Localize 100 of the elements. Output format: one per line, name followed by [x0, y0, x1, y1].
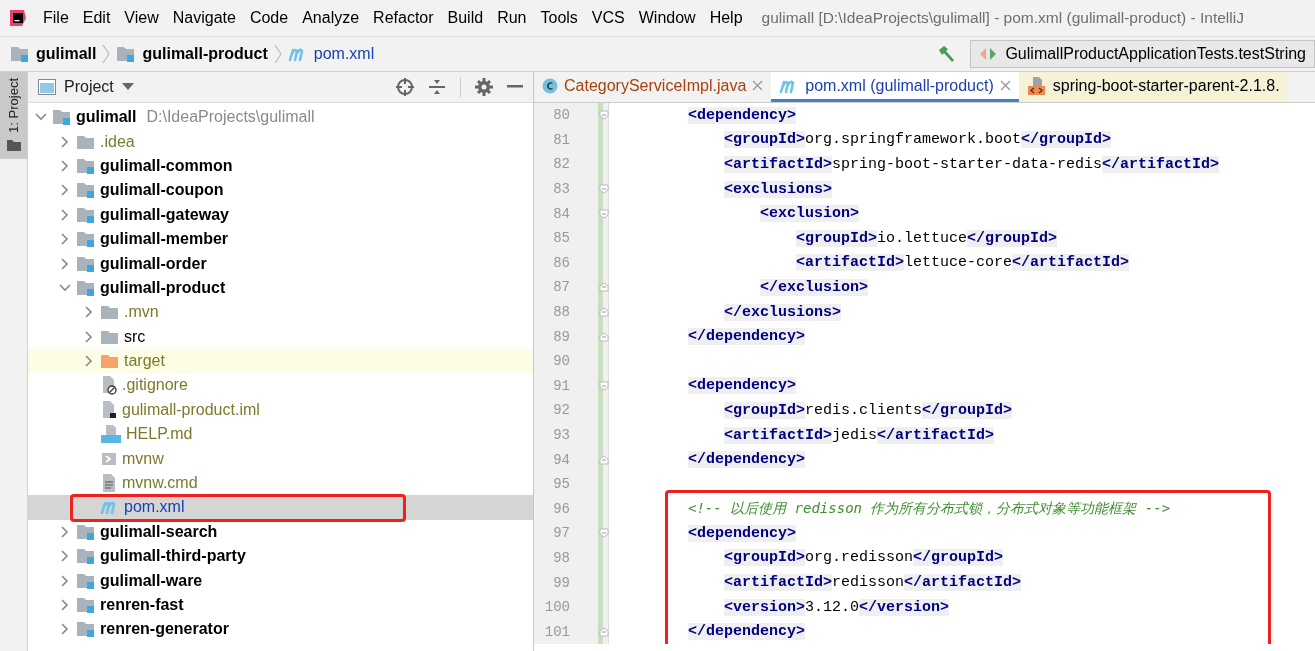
module-folder-icon [76, 205, 96, 224]
tree-item[interactable]: .mvn [28, 300, 533, 325]
tree-item[interactable]: gulimall D:\IdeaProjects\gulimall [28, 105, 533, 130]
tree-item[interactable]: HELP.md [28, 422, 533, 447]
panel-title[interactable]: Project [64, 78, 114, 96]
collapse-all-icon[interactable] [428, 78, 446, 96]
app-logo-icon [8, 8, 28, 28]
menu-item[interactable]: Help [702, 9, 750, 27]
tree-item-label: gulimall-product.iml [122, 400, 260, 419]
module-folder-icon [52, 108, 72, 127]
breadcrumb[interactable]: pom.xml [313, 45, 375, 63]
tree-item-label: gulimall-common [100, 156, 233, 175]
close-icon[interactable] [752, 80, 764, 91]
tree-item[interactable]: target [28, 348, 533, 374]
hammer-icon[interactable] [936, 45, 957, 63]
xml-comment: <!-- 以后使用 redisson 作为所有分布式锁，分布式对象等功能框架 --> [688, 499, 1171, 518]
tree-item[interactable]: gulimall-product.iml [28, 397, 533, 423]
tree-item-label: gulimall-ware [100, 571, 203, 590]
tree-item[interactable]: gulimall-order [28, 251, 533, 276]
menu-item[interactable]: View [117, 9, 166, 27]
line-number: 85 [552, 230, 570, 247]
xml-value: 3.12.0 [805, 598, 860, 616]
breadcrumb[interactable]: gulimall-product [142, 45, 268, 63]
line-number: 89 [552, 328, 570, 345]
editor-tab[interactable]: pom.xml (gulimall-product) [771, 72, 1019, 102]
fold-marker-icon[interactable] [599, 208, 609, 219]
window-title: gulimall [D:\IdeaProjects\gulimall] - pom.xml (gulimall-product) - IntelliJ [761, 9, 1244, 27]
line-number: 98 [552, 550, 570, 566]
tree-item[interactable]: src [28, 324, 533, 349]
fold-marker-icon[interactable] [599, 626, 609, 637]
minimize-icon[interactable] [507, 85, 523, 89]
module-folder-icon [76, 230, 96, 249]
menu-item[interactable]: Edit [75, 9, 118, 27]
line-number: 87 [552, 279, 570, 296]
module-folder-icon [116, 45, 137, 63]
tree-item[interactable]: gulimall-ware [28, 568, 533, 593]
xml-value: jedis [832, 426, 878, 444]
tree-item[interactable]: .gitignore [28, 373, 533, 398]
line-number: 90 [552, 353, 570, 370]
tree-item[interactable]: gulimall-member [28, 226, 533, 252]
settings-icon[interactable] [475, 78, 493, 96]
breadcrumb[interactable]: gulimall [36, 45, 97, 63]
fold-marker-icon[interactable] [599, 454, 609, 465]
module-folder-icon [10, 45, 30, 63]
tree-item-label: gulimall-gateway [100, 205, 229, 224]
tree-item-label: gulimall-order [100, 254, 207, 273]
menu-item[interactable]: Navigate [165, 9, 243, 27]
xml-tag: <groupId> [724, 131, 805, 149]
xml-value: org.springframework.boot [805, 131, 1022, 149]
folder-icon [6, 138, 21, 151]
tree-item[interactable]: gulimall-product [28, 275, 533, 301]
target-icon[interactable] [396, 78, 414, 96]
tree-item-label: .idea [100, 132, 135, 151]
tree-item[interactable]: mvnw [28, 446, 533, 471]
tree-item[interactable]: gulimall-third-party [28, 544, 533, 569]
close-icon[interactable] [999, 80, 1011, 91]
editor-tab[interactable]: CategoryServiceImpl.java [534, 72, 772, 102]
menu-item[interactable]: Code [242, 9, 296, 27]
menu-item[interactable]: Window [631, 9, 703, 27]
project-tool-tab[interactable]: 1: Project [0, 72, 27, 159]
xml-tag: </artifactId> [1102, 156, 1220, 173]
line-number: 92 [552, 402, 570, 419]
menu-item[interactable]: File [36, 9, 76, 27]
tree-item[interactable]: .idea [28, 129, 533, 154]
tree-item-label: gulimall-product [100, 278, 226, 297]
fold-marker-icon[interactable] [599, 110, 609, 121]
menu-item[interactable]: Run [490, 9, 534, 27]
dropdown-caret-icon[interactable] [121, 83, 134, 91]
tree-item[interactable]: renren-fast [28, 592, 533, 618]
fold-marker-icon[interactable] [599, 528, 609, 539]
menu-item[interactable]: Tools [533, 9, 585, 27]
run-configuration-selector[interactable]: GulimallProductApplicationTests.testString [970, 40, 1315, 68]
module-folder-icon [76, 571, 96, 590]
menu-item[interactable]: Build [440, 9, 491, 27]
fold-marker-icon[interactable] [599, 380, 609, 391]
tree-item[interactable]: gulimall-common [28, 153, 533, 179]
xml-tag: <artifactId> [796, 254, 905, 272]
xml-file-icon [1026, 75, 1047, 96]
fold-marker-icon[interactable] [599, 282, 609, 293]
module-folder-icon [76, 254, 96, 273]
menu-item[interactable]: Refactor [366, 9, 441, 27]
xml-tag: <dependency> [688, 106, 797, 124]
menu-item[interactable]: Analyze [295, 9, 367, 27]
tree-item[interactable]: gulimall-coupon [28, 178, 533, 203]
ignored-file-icon [100, 375, 118, 396]
tree-item[interactable]: gulimall-search [28, 519, 533, 545]
menu-item[interactable]: VCS [584, 9, 632, 27]
fold-marker-icon[interactable] [599, 307, 609, 318]
module-folder-icon [76, 181, 96, 200]
xml-tag: <exclusions> [724, 180, 833, 198]
tree-item[interactable]: pom.xml [28, 495, 533, 520]
tree-item[interactable]: gulimall-gateway [28, 202, 533, 227]
line-number: 83 [552, 181, 570, 198]
fold-marker-icon[interactable] [599, 184, 609, 195]
tree-item[interactable]: mvnw.cmd [28, 470, 533, 496]
fold-marker-icon[interactable] [599, 331, 609, 342]
xml-tag: </groupId> [1021, 131, 1112, 149]
editor-tab[interactable]: spring-boot-starter-parent-2.1.8. [1018, 72, 1288, 102]
folder-icon [100, 352, 120, 371]
tree-item[interactable]: renren-generator [28, 617, 533, 642]
